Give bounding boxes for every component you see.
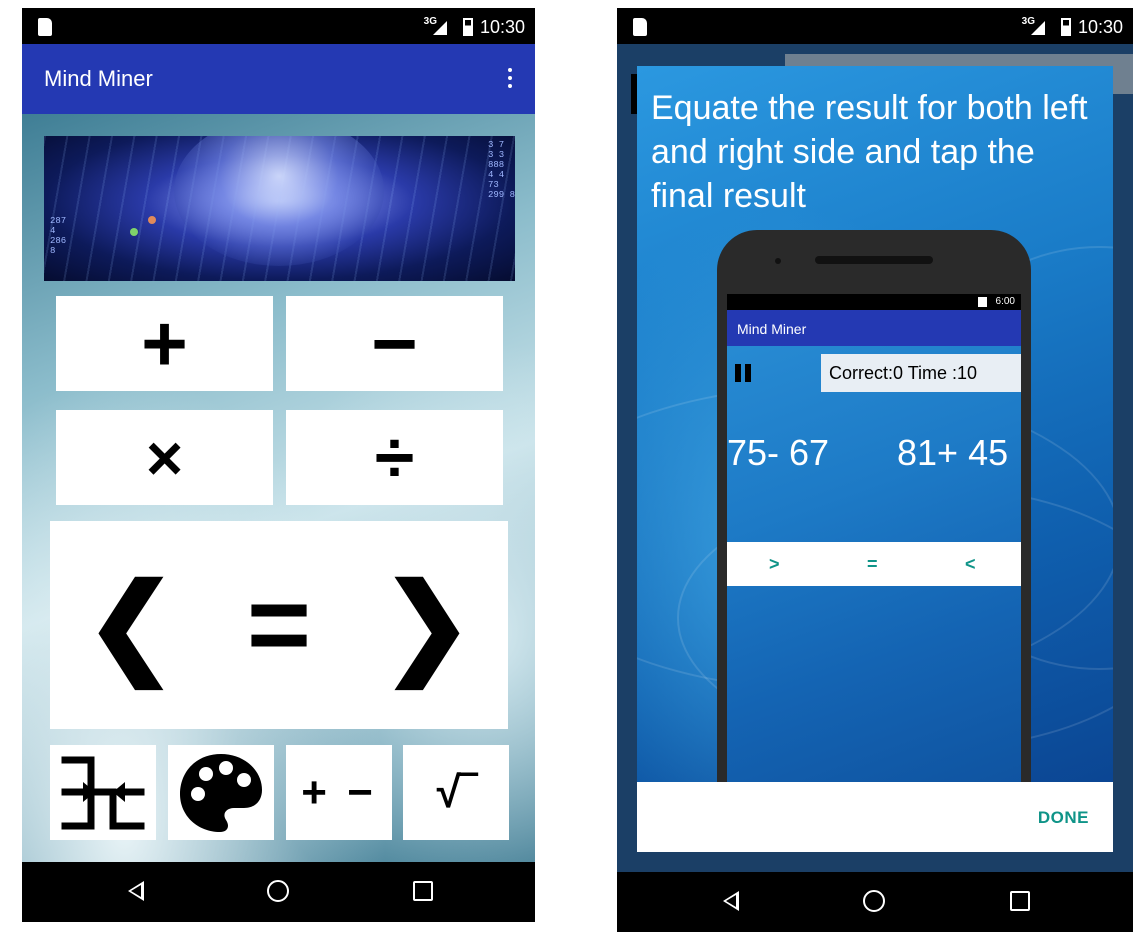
status-bar: 3G 10:30 <box>617 8 1133 44</box>
mockup-app-title: Mind Miner <box>737 321 807 337</box>
plus-minus-icon: + − <box>301 767 377 817</box>
brain-banner-image: 287 4 286 8 3 7 3 3 888 4 4 73 299 8 <box>44 136 515 281</box>
merge-game-button[interactable] <box>50 745 156 840</box>
back-icon[interactable] <box>128 881 144 901</box>
done-button[interactable]: DONE <box>1038 808 1089 828</box>
home-icon[interactable] <box>863 890 885 912</box>
pause-icon <box>735 364 755 387</box>
phone-home-screen: 3G 10:30 Mind Miner 287 4 286 8 3 7 3 3 … <box>22 8 535 922</box>
navigation-bar <box>617 872 1133 932</box>
status-time: 10:30 <box>1077 17 1123 37</box>
mockup-screen: 6:00 Mind Miner Correct:0 Time :10 75- 6… <box>727 294 1021 790</box>
status-time: 10:30 <box>479 17 525 37</box>
multiply-icon: × <box>145 421 184 494</box>
equals-option: = <box>867 554 878 574</box>
signal-icon <box>1031 21 1045 35</box>
back-icon[interactable] <box>723 891 739 911</box>
battery-icon <box>463 18 473 36</box>
less-than-option: < <box>965 554 976 574</box>
battery-icon <box>1061 18 1071 36</box>
square-root-icon: √‾ <box>436 767 476 817</box>
phone-tutorial-screen: 3G 10:30 Equate the result for both left… <box>617 8 1133 932</box>
mockup-status-time: 6:00 <box>995 296 1015 307</box>
subtraction-button[interactable]: − <box>286 296 503 391</box>
palette-icon <box>180 753 262 832</box>
battery-icon <box>978 297 987 307</box>
app-title: Mind Miner <box>44 66 153 91</box>
left-expression: 75- 67 <box>727 432 830 473</box>
plus-icon: + <box>141 298 188 388</box>
home-icon[interactable] <box>267 880 289 902</box>
division-button[interactable]: ÷ <box>286 410 503 505</box>
right-expression: 81+ 45 <box>897 432 1009 473</box>
recents-icon[interactable] <box>1010 891 1030 911</box>
home-content: 287 4 286 8 3 7 3 3 888 4 4 73 299 8 + −… <box>22 114 535 862</box>
addition-button[interactable]: + <box>56 296 273 391</box>
mockup-status-bar: 6:00 <box>727 294 1021 310</box>
dialog-footer: DONE <box>637 782 1113 852</box>
greater-than-option: > <box>769 554 780 574</box>
merge-arrows-icon <box>61 756 145 829</box>
dialog-title: Equate the result for both left and righ… <box>651 89 1088 215</box>
mockup-score: Correct:0 Time :10 <box>821 354 1021 392</box>
mockup-compare-bar: > = < <box>727 542 1021 586</box>
mockup-app-bar: Mind Miner <box>727 310 1021 346</box>
divide-icon: ÷ <box>374 417 415 498</box>
overflow-menu-icon[interactable] <box>508 68 513 92</box>
sd-card-icon <box>38 18 52 36</box>
tutorial-dialog: Equate the result for both left and righ… <box>637 66 1113 852</box>
color-game-button[interactable] <box>168 745 274 840</box>
recents-icon[interactable] <box>413 881 433 901</box>
phone-mockup-image: 6:00 Mind Miner Correct:0 Time :10 75- 6… <box>717 230 1031 790</box>
compare-game-button[interactable]: ❮ = ❯ <box>50 521 508 729</box>
greater-than-icon: ❯ <box>380 563 474 686</box>
minus-icon: − <box>371 298 418 388</box>
navigation-bar <box>22 862 535 922</box>
equals-icon: = <box>246 563 312 686</box>
sd-card-icon <box>633 18 647 36</box>
status-bar: 3G 10:30 <box>22 8 535 44</box>
plus-minus-game-button[interactable]: + − <box>286 745 392 840</box>
signal-icon <box>433 21 447 35</box>
square-root-game-button[interactable]: √‾ <box>403 745 509 840</box>
multiplication-button[interactable]: × <box>56 410 273 505</box>
app-bar: Mind Miner <box>22 44 535 114</box>
less-than-icon: ❮ <box>84 563 178 686</box>
